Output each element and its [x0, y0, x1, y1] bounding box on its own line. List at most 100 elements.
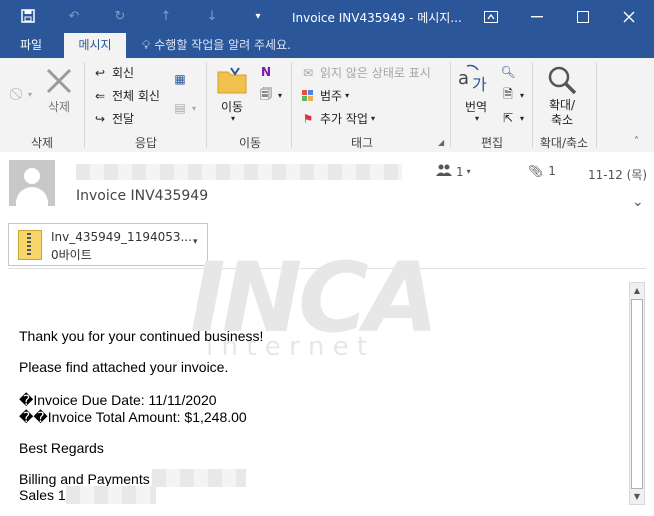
- up-arrow-icon[interactable]: ↑: [158, 8, 174, 24]
- body-line: ��Invoice Total Amount: $1,248.00: [19, 409, 247, 425]
- scrollbar-thumb[interactable]: [631, 299, 643, 489]
- zip-file-icon: [18, 230, 42, 260]
- related-button[interactable]: 🗎︎ ▾: [500, 87, 524, 103]
- people-count[interactable]: 1 ▾: [436, 164, 471, 179]
- category-icon: [300, 88, 316, 104]
- group-separator: [84, 62, 85, 148]
- find-button[interactable]: 🔍︎: [500, 64, 520, 80]
- body-line: Please find attached your invoice.: [19, 359, 229, 375]
- customize-toolbar-icon[interactable]: ▾: [250, 8, 266, 24]
- mark-unread-button[interactable]: ✉ 읽지 않은 상태로 표시: [300, 64, 431, 81]
- move-dropdown-icon[interactable]: ▾: [228, 114, 238, 123]
- attachment-item[interactable]: Inv_435949_1194053... 0바이트 ▾: [8, 223, 208, 266]
- scroll-down-arrow-icon[interactable]: ▼: [631, 490, 643, 504]
- reply-icon: ↩: [94, 65, 106, 80]
- group-separator: [450, 62, 451, 148]
- group-label-delete: 삭제: [30, 136, 54, 150]
- tab-message[interactable]: 메시지: [64, 33, 126, 58]
- onenote-icon: N: [260, 65, 272, 79]
- more-respond-button[interactable]: ▤ ▾: [172, 100, 196, 116]
- tell-me-box[interactable]: 💡︎ 수행할 작업을 알려 주세요.: [142, 33, 291, 58]
- ignore-button[interactable]: 🚫︎ ▾: [8, 86, 32, 102]
- attachment-size: 0바이트: [51, 248, 92, 262]
- tell-me-text: 수행할 작업을 알려 주세요.: [154, 38, 291, 52]
- group-label-move: 이동: [238, 136, 262, 150]
- body-line: Thank you for your continued business!: [19, 328, 264, 344]
- folder-icon: [217, 66, 247, 94]
- message-body: INCA i n t e r n e t Thank you for your …: [0, 242, 654, 516]
- message-subject: Invoice INV435949: [76, 188, 209, 204]
- delete-button[interactable]: 삭제: [40, 98, 78, 115]
- group-separator: [596, 62, 597, 148]
- svg-text:a: a: [458, 68, 469, 89]
- reply-button[interactable]: ↩ 회신: [92, 64, 134, 81]
- translate-dropdown-icon[interactable]: ▾: [472, 114, 482, 123]
- reply-all-button[interactable]: ⇐ 전체 회신: [92, 87, 160, 104]
- redacted-text: [66, 486, 156, 504]
- tags-dialog-launcher-icon[interactable]: ◢: [438, 138, 444, 147]
- translate-button[interactable]: 번역: [458, 98, 494, 115]
- group-label-zoom: 확대/축소: [539, 136, 589, 150]
- forward-icon: ↪: [94, 111, 106, 126]
- select-button[interactable]: ⇱ ▾: [500, 110, 524, 126]
- onenote-button[interactable]: N: [258, 64, 278, 80]
- redacted-text: [152, 469, 246, 487]
- collapse-ribbon-icon[interactable]: ˄: [634, 136, 639, 147]
- categorize-label: 범주: [320, 89, 343, 103]
- vertical-scrollbar[interactable]: ▲ ▼: [629, 282, 645, 505]
- expand-header-icon[interactable]: ⌄: [632, 194, 644, 210]
- categorize-button[interactable]: 범주 ▾: [300, 87, 349, 104]
- minimize-button[interactable]: [514, 0, 560, 33]
- maximize-button[interactable]: [560, 0, 606, 33]
- down-arrow-icon[interactable]: ↓: [204, 8, 220, 24]
- close-button[interactable]: [606, 0, 652, 33]
- attachment-count: 📎︎ 1: [528, 164, 556, 178]
- attachment-name: Inv_435949_1194053...: [51, 230, 192, 244]
- meeting-icon: ▦: [174, 72, 186, 86]
- mark-unread-label: 읽지 않은 상태로 표시: [320, 66, 431, 80]
- body-line: Sales 1: [19, 487, 66, 503]
- flag-icon: ⚑: [302, 111, 314, 126]
- related-icon: 🗎︎: [503, 86, 513, 101]
- forward-button[interactable]: ↪ 전달: [92, 110, 134, 127]
- body-line: �Invoice Due Date: 11/11/2020: [19, 392, 217, 408]
- people-count-value: 1: [456, 164, 464, 179]
- svg-text:가: 가: [472, 75, 487, 94]
- group-separator: [206, 62, 207, 148]
- translate-icon: a가: [458, 64, 492, 94]
- scroll-up-arrow-icon[interactable]: ▲: [631, 284, 643, 298]
- reply-label: 회신: [112, 66, 135, 80]
- body-line: Billing and Payments: [19, 471, 150, 487]
- attachment-count-value: 1: [548, 164, 556, 178]
- actions-icon: 🗐︎: [260, 86, 272, 101]
- paperclip-icon: 📎︎: [528, 164, 544, 178]
- zoom-button[interactable]: 확대/ 축소: [540, 98, 584, 128]
- follow-up-button[interactable]: ⚑ 추가 작업 ▾: [300, 110, 375, 127]
- reply-all-icon: ⇐: [94, 88, 106, 103]
- follow-up-label: 추가 작업: [320, 112, 368, 126]
- undo-icon[interactable]: ↶: [66, 8, 82, 24]
- avatar: [9, 160, 55, 206]
- tab-file[interactable]: 파일: [6, 33, 56, 58]
- cursor-icon: ⇱: [502, 111, 514, 125]
- delete-icon: [44, 66, 74, 96]
- envelope-icon: ✉: [302, 65, 314, 80]
- message-date: 11-12 (목): [588, 168, 648, 182]
- body-line: Best Regards: [19, 440, 104, 456]
- ribbon-tabs: 파일 메시지 💡︎ 수행할 작업을 알려 주세요.: [0, 33, 654, 58]
- save-icon[interactable]: [20, 8, 36, 24]
- group-label-editing: 편집: [480, 136, 504, 150]
- group-label-tags: 태그: [350, 136, 374, 150]
- move-button[interactable]: 이동: [214, 98, 250, 115]
- redo-icon[interactable]: ↻: [112, 8, 128, 24]
- actions-button[interactable]: 🗐︎ ▾: [258, 87, 282, 103]
- people-icon: [436, 164, 452, 179]
- lightbulb-icon: 💡︎: [142, 38, 151, 52]
- group-separator: [532, 62, 533, 148]
- reply-all-label: 전체 회신: [112, 89, 160, 103]
- ignore-icon: 🚫︎: [8, 87, 24, 101]
- title-bar: ↶ ↻ ↑ ↓ ▾ Invoice INV435949 - 메시지...: [0, 0, 654, 33]
- ribbon-display-options-icon[interactable]: [468, 0, 514, 33]
- meeting-reply-button[interactable]: ▦: [172, 71, 192, 87]
- window-title: Invoice INV435949 - 메시지...: [292, 11, 462, 25]
